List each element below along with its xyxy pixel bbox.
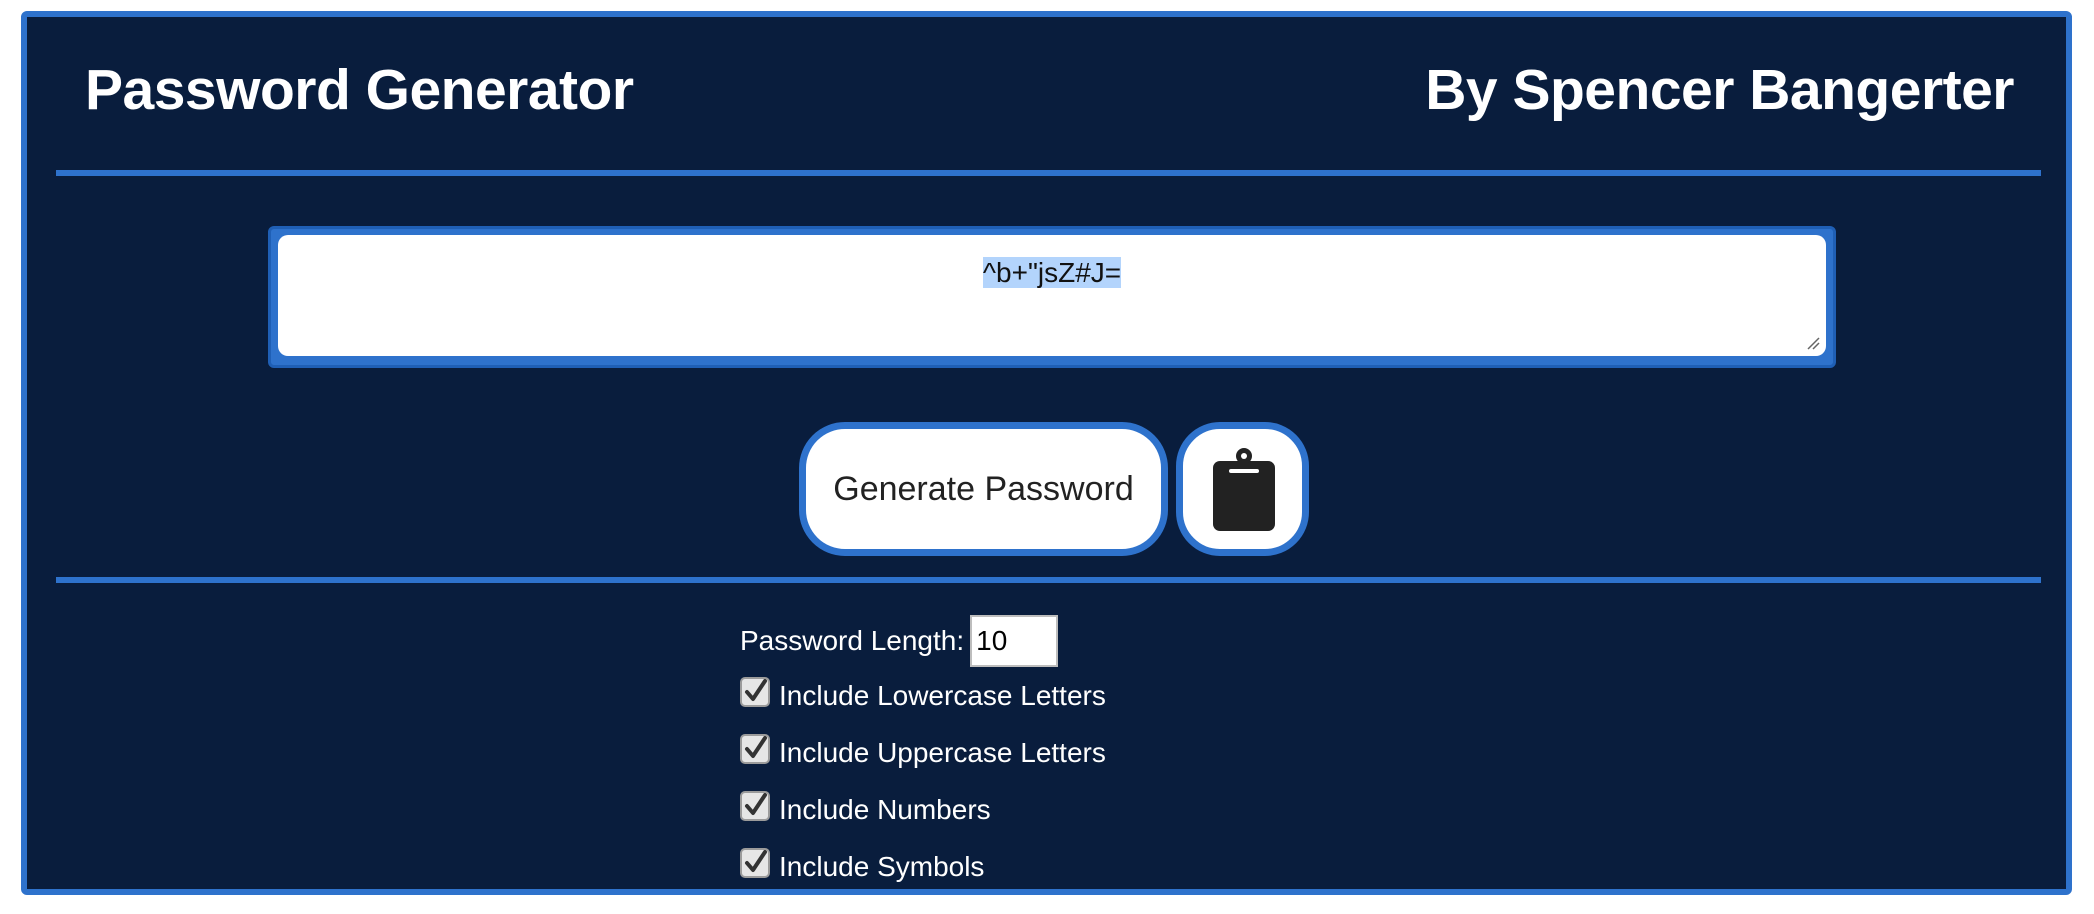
copy-to-clipboard-button[interactable]: [1176, 422, 1309, 556]
uppercase-label: Include Uppercase Letters: [779, 736, 1106, 768]
password-length-input[interactable]: [970, 615, 1059, 667]
option-numbers-row[interactable]: Include Numbers: [740, 781, 1260, 838]
lowercase-checkbox[interactable]: [740, 676, 770, 707]
symbols-label: Include Symbols: [779, 850, 985, 882]
app-container: Password Generator By Spencer Bangerter …: [21, 11, 2072, 895]
author-credit: By Spencer Bangerter: [1425, 58, 2014, 122]
numbers-checkbox[interactable]: [740, 790, 770, 821]
checkmark-icon: [745, 678, 767, 701]
resize-grip-icon[interactable]: [1806, 336, 1820, 350]
header: Password Generator By Spencer Bangerter: [27, 17, 2066, 167]
page-title: Password Generator: [85, 58, 634, 122]
symbols-checkbox[interactable]: [740, 847, 770, 878]
numbers-label: Include Numbers: [779, 793, 991, 825]
uppercase-checkbox[interactable]: [740, 733, 770, 764]
option-symbols-row[interactable]: Include Symbols: [740, 838, 1260, 895]
password-output-frame: ^b+"jsZ#J=: [268, 226, 1836, 368]
checkmark-icon: [745, 735, 767, 758]
action-buttons: Generate Password: [27, 422, 2066, 556]
generate-password-button[interactable]: Generate Password: [799, 422, 1168, 556]
password-text: ^b+"jsZ#J=: [982, 257, 1122, 288]
option-uppercase-row[interactable]: Include Uppercase Letters: [740, 724, 1260, 781]
password-length-label: Password Length:: [740, 625, 965, 656]
options-divider: [56, 577, 2041, 583]
clipboard-icon: [1213, 448, 1275, 531]
lowercase-label: Include Lowercase Letters: [779, 679, 1106, 711]
checkmark-icon: [745, 792, 767, 815]
password-length-row: Password Length:: [740, 615, 1260, 667]
checkmark-icon: [745, 849, 767, 872]
header-divider: [56, 170, 2041, 176]
password-output[interactable]: ^b+"jsZ#J=: [278, 235, 1826, 356]
option-lowercase-row[interactable]: Include Lowercase Letters: [740, 667, 1260, 724]
options-panel: Password Length: Include Lowercase Lette…: [740, 615, 1260, 895]
